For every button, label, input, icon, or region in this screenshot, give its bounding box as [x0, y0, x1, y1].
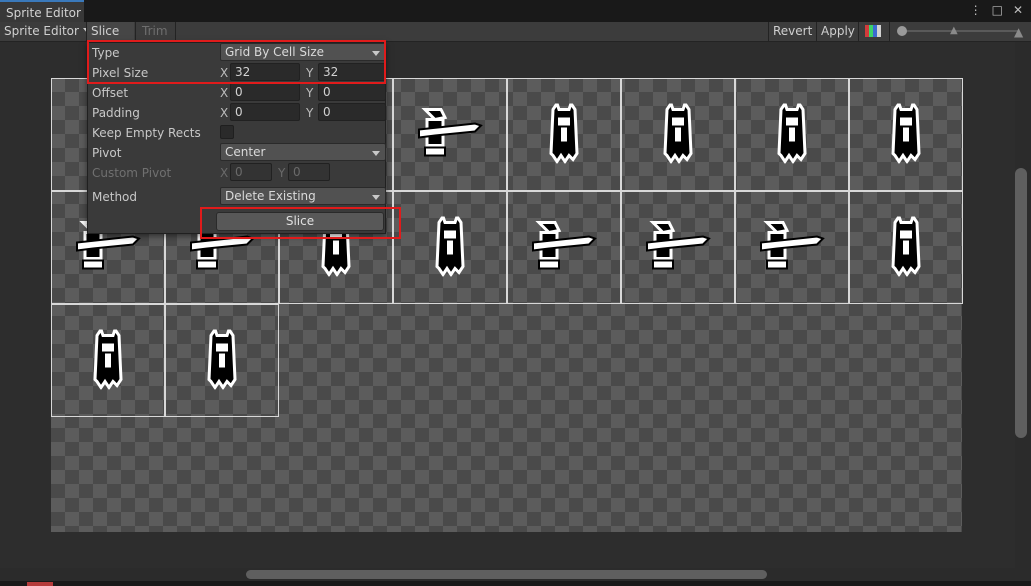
pixel-size-label: Pixel Size [92, 66, 149, 80]
revert-button[interactable]: Revert [769, 22, 816, 42]
chevron-down-icon [372, 195, 380, 200]
color-channel-toggle-icon[interactable] [865, 25, 881, 37]
sprite-slice-cell[interactable] [507, 191, 621, 304]
keep-empty-row: Keep Empty Rects [92, 123, 382, 143]
slice-menu-label: Slice [91, 24, 120, 38]
pivot-label: Pivot [92, 146, 122, 160]
padding-row: Padding X 0 Y 0 [92, 103, 386, 123]
apply-button[interactable]: Apply [817, 22, 859, 42]
window-title-bar: Sprite Editor ⋮ □ ✕ [0, 0, 1031, 22]
toolbar-divider [858, 22, 859, 42]
gunner-sprite [415, 107, 485, 162]
offset-x-input[interactable]: 0 [230, 83, 300, 101]
ghost-sprite [775, 99, 809, 166]
zoom-slider-handle[interactable] [897, 26, 907, 36]
custom-pivot-y-input[interactable]: 0 [288, 163, 330, 181]
bottom-bar [0, 581, 1031, 586]
sprite-slice-cell[interactable] [165, 304, 279, 417]
pixel-size-row: Pixel Size X 32 Y 32 [92, 63, 386, 83]
maximize-icon[interactable]: □ [992, 3, 1003, 17]
offset-y-input[interactable]: 0 [318, 83, 386, 101]
method-value: Delete Existing [225, 189, 316, 203]
ghost-sprite [889, 99, 923, 166]
pixel-size-y-input[interactable]: 32 [318, 63, 386, 81]
toolbar-divider [135, 22, 136, 42]
toolbar-divider [175, 22, 176, 42]
ghost-sprite [91, 325, 125, 392]
padding-y-label: Y [306, 106, 314, 120]
pivot-dropdown[interactable]: Center [220, 143, 386, 161]
sprite-slice-cell[interactable] [735, 78, 849, 191]
offset-x-label: X [220, 86, 229, 100]
pivot-value: Center [225, 145, 266, 159]
slice-menu-button[interactable]: Slice [87, 22, 134, 52]
sprite-slice-cell[interactable] [393, 191, 507, 304]
close-icon[interactable]: ✕ [1013, 3, 1023, 17]
pixel-size-y-label: Y [306, 66, 314, 80]
zoom-slider[interactable] [900, 30, 1018, 32]
type-dropdown[interactable]: Grid By Cell Size [220, 43, 386, 61]
small-mountain-icon: ▲ [950, 25, 958, 36]
method-label: Method [92, 190, 138, 204]
padding-x-label: X [220, 106, 229, 120]
window-controls: ⋮ □ ✕ [970, 3, 1023, 17]
sprite-slice-cell[interactable] [621, 191, 735, 304]
editor-mode-dropdown[interactable]: Sprite Editor [0, 22, 95, 42]
padding-label: Padding [92, 106, 140, 120]
custom-pivot-x-label: X [220, 166, 229, 180]
chevron-down-icon [372, 151, 380, 156]
toolbar-divider [889, 22, 890, 42]
editor-mode-label: Sprite Editor [4, 24, 79, 38]
gunner-sprite [757, 220, 827, 275]
sprite-slice-cell[interactable] [621, 78, 735, 191]
type-row: Type Grid By Cell Size [92, 43, 386, 63]
keep-empty-checkbox[interactable] [220, 125, 234, 139]
sprite-slice-cell[interactable] [507, 78, 621, 191]
kebab-menu-icon[interactable]: ⋮ [970, 3, 982, 17]
custom-pivot-row: Custom Pivot X 0 Y 0 [92, 163, 382, 183]
sprite-slice-cell[interactable] [735, 191, 849, 304]
type-value: Grid By Cell Size [225, 45, 325, 59]
sprite-slice-cell[interactable] [849, 78, 963, 191]
gunner-sprite [643, 220, 713, 275]
status-indicator [27, 582, 53, 586]
keep-empty-label: Keep Empty Rects [92, 126, 201, 140]
slice-popup: Type Grid By Cell Size Pixel Size X 32 Y… [87, 42, 386, 234]
sprite-slice-cell[interactable] [51, 304, 165, 417]
method-dropdown[interactable]: Delete Existing [220, 187, 386, 205]
custom-pivot-label: Custom Pivot [92, 166, 172, 180]
chevron-down-icon [372, 51, 380, 56]
gunner-sprite [529, 220, 599, 275]
method-row: Method Delete Existing [92, 187, 386, 207]
ghost-sprite [205, 325, 239, 392]
offset-row: Offset X 0 Y 0 [92, 83, 386, 103]
ghost-sprite [661, 99, 695, 166]
type-label: Type [92, 46, 120, 60]
vertical-scrollbar-thumb[interactable] [1015, 168, 1027, 438]
sprite-slice-cell[interactable] [849, 191, 963, 304]
trim-button[interactable]: Trim [138, 22, 172, 42]
offset-y-label: Y [306, 86, 314, 100]
window-tab-label: Sprite Editor [6, 6, 81, 20]
large-mountain-icon: ▲ [1014, 25, 1024, 39]
pixel-size-x-input[interactable]: 32 [230, 63, 300, 81]
custom-pivot-y-label: Y [278, 166, 286, 180]
slice-button[interactable]: Slice [216, 212, 384, 231]
offset-label: Offset [92, 86, 129, 100]
ghost-sprite [889, 212, 923, 279]
padding-x-input[interactable]: 0 [230, 103, 300, 121]
pixel-size-x-label: X [220, 66, 229, 80]
pivot-row: Pivot Center [92, 143, 386, 163]
padding-y-input[interactable]: 0 [318, 103, 386, 121]
sprite-slice-cell[interactable] [393, 78, 507, 191]
ghost-sprite [547, 99, 581, 166]
ghost-sprite [433, 212, 467, 279]
horizontal-scrollbar-thumb[interactable] [246, 570, 767, 579]
custom-pivot-x-input[interactable]: 0 [230, 163, 272, 181]
window-tab-sprite-editor[interactable]: Sprite Editor [0, 0, 84, 22]
